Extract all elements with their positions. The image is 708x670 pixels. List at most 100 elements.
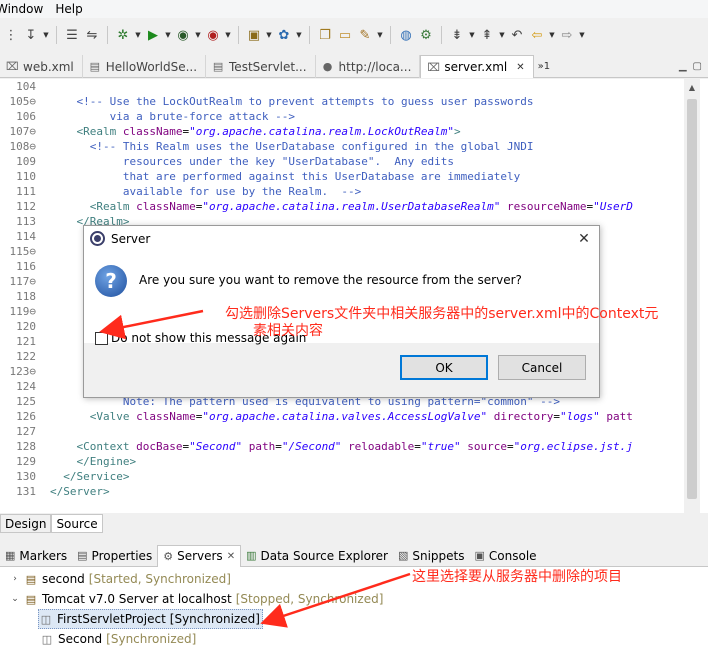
chevron-down-icon[interactable]: ▼ bbox=[295, 26, 303, 44]
next-edit-icon[interactable]: ⇟ bbox=[448, 26, 466, 44]
external-tools-icon[interactable]: ◉ bbox=[204, 26, 222, 44]
code-line: 105⊖ <!-- Use the LockOutRealm to preven… bbox=[0, 94, 684, 109]
tab-source[interactable]: Source bbox=[51, 514, 103, 533]
open-folder-icon[interactable]: ▭ bbox=[336, 26, 354, 44]
line-number: 131 bbox=[16, 485, 36, 498]
maximize-icon[interactable]: ▢ bbox=[693, 61, 702, 72]
code-line: 110 that are performed against this User… bbox=[0, 169, 684, 184]
close-icon[interactable]: ✕ bbox=[227, 551, 235, 562]
editor-vertical-scrollbar[interactable]: ▲ bbox=[684, 79, 700, 513]
line-number: 119⊖ bbox=[9, 305, 37, 318]
tab-web-xml[interactable]: ⌧ web.xml bbox=[0, 55, 83, 78]
chevron-down-icon[interactable]: ⌄ bbox=[10, 594, 20, 604]
code-line: 108⊖ <!-- This Realm uses the UserDataba… bbox=[0, 139, 684, 154]
chevron-down-icon[interactable]: ▼ bbox=[376, 26, 384, 44]
server-name: second bbox=[42, 572, 85, 586]
chevron-down-icon[interactable]: ▼ bbox=[42, 26, 50, 44]
line-code: <Realm className="org.apache.catalina.re… bbox=[76, 125, 461, 138]
tab-design[interactable]: Design bbox=[0, 514, 52, 533]
chevron-down-icon[interactable]: ▼ bbox=[224, 26, 232, 44]
code-line: 104 bbox=[0, 79, 684, 94]
server-node-tomcat[interactable]: ⌄ ▤ Tomcat v7.0 Server at localhost [Sto… bbox=[10, 589, 383, 609]
code-line: 130 </Service> bbox=[0, 469, 684, 484]
browser-globe-icon[interactable]: ◍ bbox=[397, 26, 415, 44]
question-icon: ? bbox=[95, 265, 127, 297]
run-icon[interactable]: ▶ bbox=[144, 26, 162, 44]
forward-icon[interactable]: ⇨ bbox=[558, 26, 576, 44]
chevron-down-icon[interactable]: ▼ bbox=[164, 26, 172, 44]
line-number: 112 bbox=[16, 200, 36, 213]
line-number: 108⊖ bbox=[9, 140, 37, 153]
tab-localhost-browser[interactable]: ● http://loca... bbox=[316, 55, 421, 78]
tab-label: Snippets bbox=[412, 548, 465, 563]
tab-server-xml[interactable]: ⌧ server.xml ✕ bbox=[420, 55, 534, 78]
chevron-down-icon[interactable]: ▼ bbox=[498, 26, 506, 44]
tab-servers[interactable]: ⚙ Servers ✕ bbox=[157, 544, 242, 567]
scroll-up-icon[interactable]: ▲ bbox=[684, 79, 700, 95]
tab-snippets[interactable]: ▧ Snippets bbox=[393, 545, 470, 567]
skip-breakpoints-icon[interactable]: ⇋ bbox=[83, 26, 101, 44]
new-class-icon[interactable]: ✿ bbox=[275, 26, 293, 44]
line-number: 107⊖ bbox=[9, 125, 37, 138]
line-number: 105⊖ bbox=[9, 95, 37, 108]
last-edit-location-icon[interactable]: ↶ bbox=[508, 26, 526, 44]
toolbar-separator bbox=[309, 26, 310, 44]
editor-window-controls: ▁ ▢ bbox=[679, 55, 708, 77]
toolbar-separator bbox=[441, 26, 442, 44]
ok-button[interactable]: OK bbox=[400, 355, 488, 380]
tab-data-source-explorer[interactable]: ▥ Data Source Explorer bbox=[241, 545, 393, 567]
new-java-project-icon[interactable]: ▣ bbox=[245, 26, 263, 44]
dialog-message-area: ? Are you sure you want to remove the re… bbox=[84, 251, 599, 343]
tab-markers[interactable]: ▦ Markers bbox=[0, 545, 72, 567]
tab-testservlet[interactable]: ▤ TestServlet... bbox=[206, 55, 316, 78]
chevron-down-icon[interactable]: ▼ bbox=[194, 26, 202, 44]
chevron-right-icon[interactable]: › bbox=[10, 574, 20, 584]
search-icon[interactable]: ✎ bbox=[356, 26, 374, 44]
scrollbar-thumb[interactable] bbox=[687, 99, 697, 499]
module-node-first-servlet-project[interactable]: ◫ FirstServletProject [Synchronized] bbox=[38, 609, 263, 629]
menu-window[interactable]: Window bbox=[0, 2, 49, 16]
checkbox-box[interactable] bbox=[95, 331, 108, 345]
line-code: </Server> bbox=[50, 485, 110, 498]
overview-ruler bbox=[700, 79, 708, 513]
line-number: 109 bbox=[16, 155, 36, 168]
main-toolbar: ⋮ ↧ ▼ ☰ ⇋ ✲ ▼ ▶ ▼ ◉ ▼ ◉ ▼ ▣ ▼ ✿ ▼ ❐ ▭ ✎ … bbox=[0, 20, 708, 50]
module-node-second[interactable]: ◫ Second [Synchronized] bbox=[40, 629, 197, 649]
next-annotation-icon[interactable]: ↧ bbox=[22, 26, 40, 44]
debug-icon[interactable]: ✲ bbox=[114, 26, 132, 44]
cancel-button[interactable]: Cancel bbox=[498, 355, 586, 380]
module-status: [Synchronized] bbox=[106, 632, 197, 646]
chevron-down-icon[interactable]: ▼ bbox=[468, 26, 476, 44]
tasks-icon[interactable]: ☰ bbox=[63, 26, 81, 44]
line-number: 127 bbox=[16, 425, 36, 438]
tab-label: Servers bbox=[177, 549, 223, 563]
close-icon[interactable]: ✕ bbox=[516, 62, 524, 73]
chevron-down-icon[interactable]: ▼ bbox=[548, 26, 556, 44]
open-type-icon[interactable]: ❐ bbox=[316, 26, 334, 44]
line-number: 126 bbox=[16, 410, 36, 423]
line-code: <Realm className="org.apache.catalina.re… bbox=[89, 200, 633, 213]
coverage-icon[interactable]: ◉ bbox=[174, 26, 192, 44]
line-code: </Service> bbox=[63, 470, 130, 483]
chevron-down-icon[interactable]: ▼ bbox=[265, 26, 273, 44]
toolbar-separator bbox=[238, 26, 239, 44]
tab-properties[interactable]: ▤ Properties bbox=[72, 545, 157, 567]
chevron-down-icon[interactable]: ▼ bbox=[134, 26, 142, 44]
back-icon[interactable]: ⇦ bbox=[528, 26, 546, 44]
menu-help[interactable]: Help bbox=[49, 2, 88, 16]
line-number: 120 bbox=[16, 320, 36, 333]
prev-edit-icon[interactable]: ⇞ bbox=[478, 26, 496, 44]
tab-label: Properties bbox=[91, 548, 153, 563]
minimize-icon[interactable]: ▁ bbox=[679, 61, 687, 72]
tab-overflow-button[interactable]: »1 bbox=[534, 55, 554, 77]
line-number: 110 bbox=[16, 170, 36, 183]
menu-bar: Window Help bbox=[0, 0, 708, 18]
tab-label: web.xml bbox=[23, 59, 74, 74]
tab-console[interactable]: ▣ Console bbox=[470, 545, 542, 567]
chevron-down-icon[interactable]: ▼ bbox=[578, 26, 586, 44]
web-services-icon[interactable]: ⚙ bbox=[417, 26, 435, 44]
server-node-second[interactable]: › ▤ second [Started, Synchronized] bbox=[10, 569, 231, 589]
close-icon[interactable]: ✕ bbox=[569, 231, 599, 247]
tab-helloworld[interactable]: ▤ HelloWorldSe... bbox=[83, 55, 207, 78]
line-code: <!-- This Realm uses the UserDatabase co… bbox=[89, 140, 534, 153]
